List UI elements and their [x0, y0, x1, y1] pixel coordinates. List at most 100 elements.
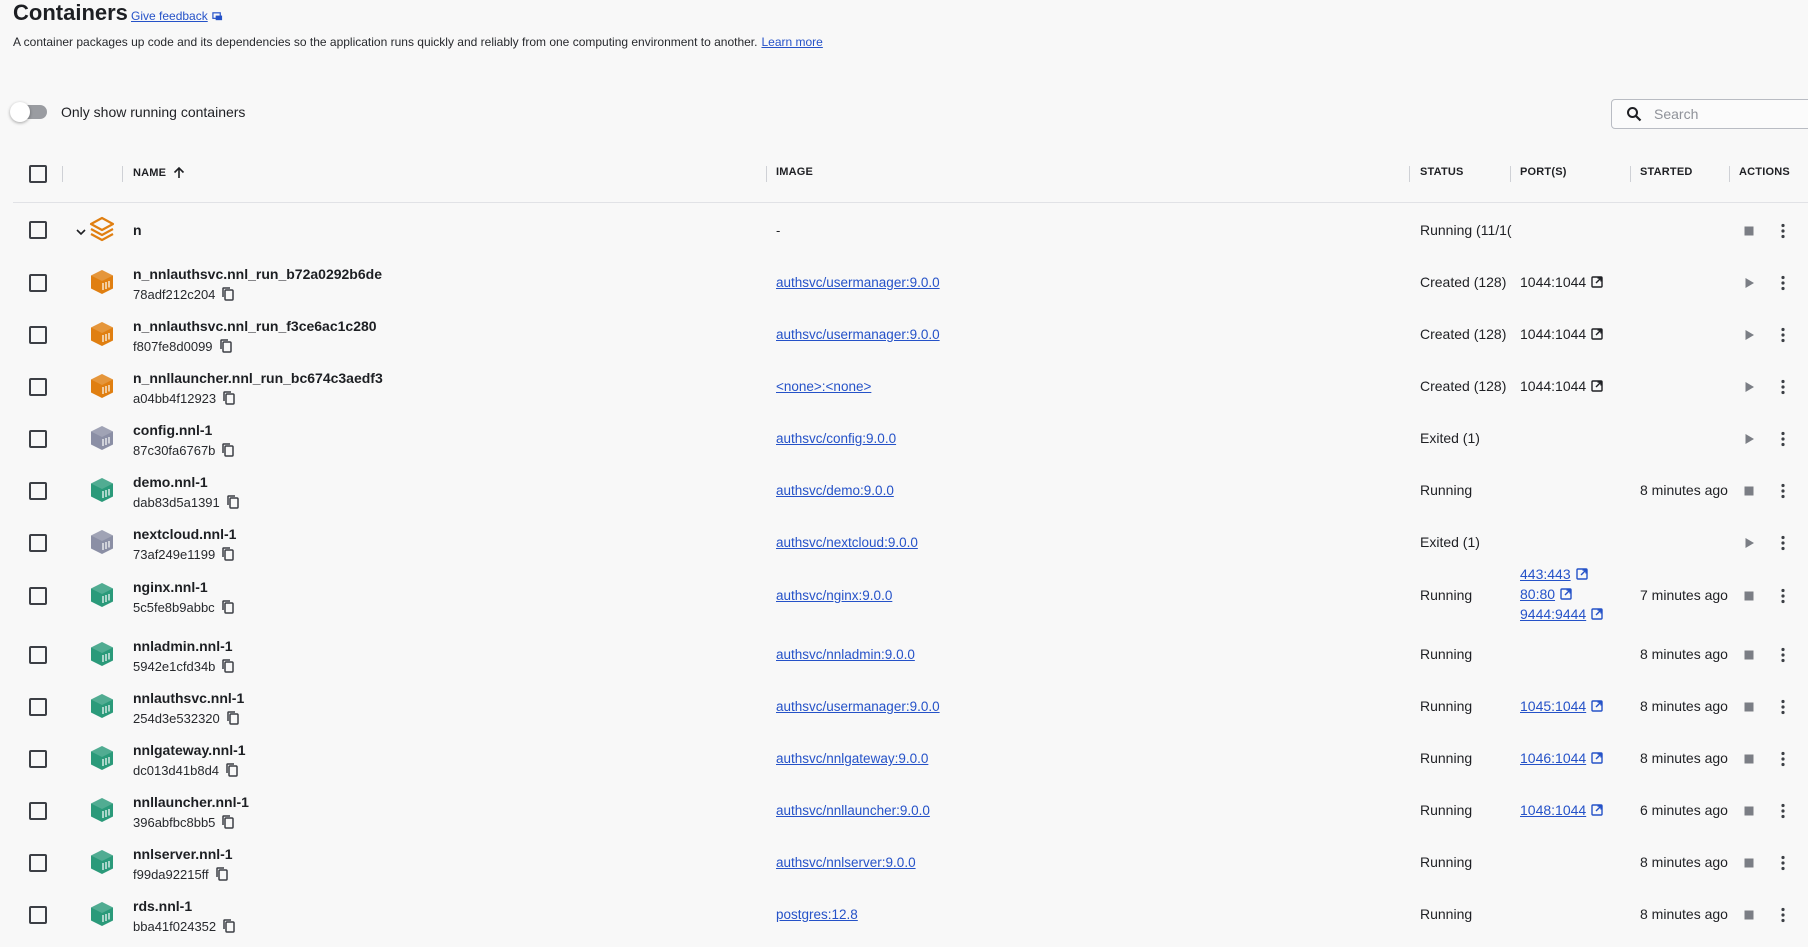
stop-icon[interactable] [1739, 801, 1759, 821]
row-checkbox[interactable] [29, 750, 47, 768]
stop-icon[interactable] [1739, 905, 1759, 925]
copy-icon[interactable] [222, 918, 236, 934]
stop-icon[interactable] [1739, 697, 1759, 717]
stop-icon[interactable] [1739, 749, 1759, 769]
container-row[interactable]: nnlauthsvc.nnl-1 254d3e532320 authsvc/user… [13, 682, 1808, 732]
column-name-header[interactable]: NAME [133, 166, 186, 180]
port-mapping[interactable]: 9444:9444 [1520, 606, 1603, 622]
row-checkbox[interactable] [29, 587, 47, 605]
container-name[interactable]: n_nnlauthsvc.nnl_run_b72a0292b6de [133, 266, 382, 282]
port-mapping[interactable]: 80:80 [1520, 586, 1572, 602]
container-row[interactable]: n_nnlauthsvc.nnl_run_b72a0292b6de 78adf21… [13, 258, 1808, 308]
container-name[interactable]: nnladmin.nnl-1 [133, 638, 233, 654]
column-image-header[interactable]: IMAGE [776, 166, 813, 178]
row-checkbox[interactable] [29, 802, 47, 820]
external-link-icon[interactable] [1591, 380, 1603, 392]
row-checkbox[interactable] [29, 274, 47, 292]
copy-icon[interactable] [221, 442, 235, 458]
container-row[interactable]: nnlserver.nnl-1 f99da92215ff authsvc/nnlse… [13, 838, 1808, 888]
container-name[interactable]: nnllauncher.nnl-1 [133, 794, 249, 810]
image-link[interactable]: authsvc/nnllauncher:9.0.0 [776, 803, 930, 818]
container-name[interactable]: nnlserver.nnl-1 [133, 846, 233, 862]
give-feedback-link[interactable]: Give feedback [131, 9, 223, 23]
container-name[interactable]: demo.nnl-1 [133, 474, 208, 490]
port-mapping[interactable]: 1044:1044 [1520, 326, 1603, 342]
container-name[interactable]: nnlauthsvc.nnl-1 [133, 690, 244, 706]
external-link-icon[interactable] [1591, 276, 1603, 288]
copy-icon[interactable] [226, 710, 240, 726]
more-options-icon[interactable] [1773, 697, 1793, 717]
image-link[interactable]: authsvc/nginx:9.0.0 [776, 588, 892, 603]
container-name[interactable]: nginx.nnl-1 [133, 579, 208, 595]
row-checkbox[interactable] [29, 906, 47, 924]
container-row[interactable]: nnladmin.nnl-1 5942e1cfd34b authsvc/nnladm… [13, 630, 1808, 680]
stop-icon[interactable] [1739, 221, 1759, 241]
stop-icon[interactable] [1739, 586, 1759, 606]
image-link[interactable]: authsvc/nnlgateway:9.0.0 [776, 751, 928, 766]
port-mapping[interactable]: 443:443 [1520, 566, 1588, 582]
row-checkbox[interactable] [29, 646, 47, 664]
port-mapping[interactable]: 1045:1044 [1520, 698, 1603, 714]
group-name[interactable]: n [133, 222, 142, 238]
more-options-icon[interactable] [1773, 273, 1793, 293]
image-link[interactable]: authsvc/usermanager:9.0.0 [776, 327, 940, 342]
group-row[interactable]: n - Running (11/1( [13, 206, 1808, 256]
row-checkbox[interactable] [29, 482, 47, 500]
copy-icon[interactable] [225, 762, 239, 778]
play-icon[interactable] [1739, 273, 1759, 293]
container-name[interactable]: n_nnlauthsvc.nnl_run_f3ce6ac1c280 [133, 318, 377, 334]
container-name[interactable]: n_nnllauncher.nnl_run_bc674c3aedf3 [133, 370, 383, 386]
container-name[interactable]: config.nnl-1 [133, 422, 212, 438]
more-options-icon[interactable] [1773, 645, 1793, 665]
image-link[interactable]: postgres:12.8 [776, 907, 858, 922]
image-link[interactable]: authsvc/demo:9.0.0 [776, 483, 894, 498]
copy-icon[interactable] [221, 658, 235, 674]
image-link[interactable]: authsvc/nnladmin:9.0.0 [776, 647, 915, 662]
row-checkbox[interactable] [29, 534, 47, 552]
copy-icon[interactable] [226, 494, 240, 510]
external-link-icon[interactable] [1591, 752, 1603, 764]
row-checkbox[interactable] [29, 221, 47, 239]
stop-icon[interactable] [1739, 481, 1759, 501]
image-link[interactable]: authsvc/usermanager:9.0.0 [776, 275, 940, 290]
container-name[interactable]: nextcloud.nnl-1 [133, 526, 236, 542]
row-checkbox[interactable] [29, 854, 47, 872]
search-input[interactable] [1652, 105, 1806, 123]
row-checkbox[interactable] [29, 326, 47, 344]
container-row[interactable]: nginx.nnl-1 5c5fe8b9abbc authsvc/nginx:9.0… [13, 566, 1808, 626]
external-link-icon[interactable] [1591, 608, 1603, 620]
image-link[interactable]: authsvc/nextcloud:9.0.0 [776, 535, 918, 550]
port-mapping[interactable]: 1044:1044 [1520, 378, 1603, 394]
stop-icon[interactable] [1739, 853, 1759, 873]
container-row[interactable]: nextcloud.nnl-1 73af249e1199 authsvc/nextc… [13, 518, 1808, 568]
container-row[interactable]: n_nnllauncher.nnl_run_bc674c3aedf3 a04bb4… [13, 362, 1808, 412]
container-row[interactable]: nnllauncher.nnl-1 396abfbc8bb5 authsvc/nnl… [13, 786, 1808, 836]
more-options-icon[interactable] [1773, 749, 1793, 769]
port-mapping[interactable]: 1046:1044 [1520, 750, 1603, 766]
copy-icon[interactable] [222, 390, 236, 406]
copy-icon[interactable] [221, 546, 235, 562]
external-link-icon[interactable] [1560, 588, 1572, 600]
more-options-icon[interactable] [1773, 221, 1793, 241]
more-options-icon[interactable] [1773, 429, 1793, 449]
stop-icon[interactable] [1739, 645, 1759, 665]
container-row[interactable]: demo.nnl-1 dab83d5a1391 authsvc/demo:9.0.0… [13, 466, 1808, 516]
column-started-header[interactable]: STARTED [1640, 166, 1693, 178]
learn-more-link[interactable]: Learn more [761, 35, 822, 49]
column-status-header[interactable]: STATUS [1420, 166, 1464, 178]
image-link[interactable]: <none>:<none> [776, 379, 871, 394]
more-options-icon[interactable] [1773, 905, 1793, 925]
container-name[interactable]: rds.nnl-1 [133, 898, 192, 914]
play-icon[interactable] [1739, 325, 1759, 345]
external-link-icon[interactable] [1575, 568, 1588, 580]
more-options-icon[interactable] [1773, 586, 1793, 606]
play-icon[interactable] [1739, 533, 1759, 553]
more-options-icon[interactable] [1773, 801, 1793, 821]
copy-icon[interactable] [221, 599, 235, 615]
copy-icon[interactable] [221, 814, 235, 830]
column-ports-header[interactable]: PORT(S) [1520, 166, 1567, 178]
copy-icon[interactable] [221, 286, 235, 302]
play-icon[interactable] [1739, 377, 1759, 397]
copy-icon[interactable] [215, 866, 229, 882]
row-checkbox[interactable] [29, 430, 47, 448]
